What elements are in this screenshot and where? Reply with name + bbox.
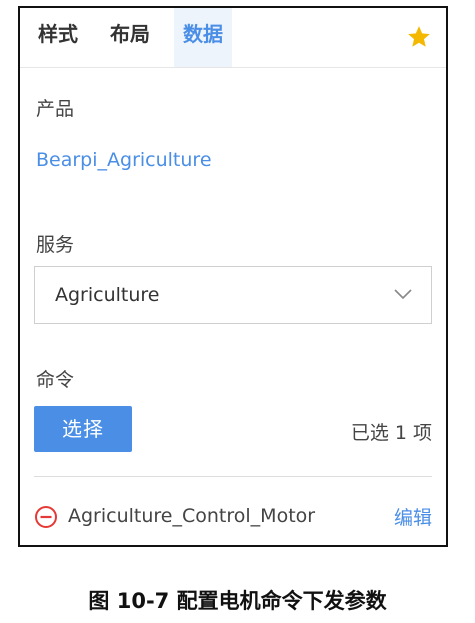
- service-select[interactable]: Agriculture: [34, 266, 432, 324]
- tab-bar: 样式 布局 数据: [20, 8, 446, 68]
- command-item-name: Agriculture_Control_Motor: [68, 505, 316, 527]
- tab-style[interactable]: 样式: [32, 8, 84, 67]
- edit-link[interactable]: 编辑: [394, 503, 432, 530]
- selected-count: 已选 1 项: [350, 422, 432, 444]
- service-selected-value: Agriculture: [55, 284, 160, 306]
- product-link[interactable]: Bearpi_Agriculture: [36, 149, 212, 171]
- tab-data[interactable]: 数据: [174, 8, 232, 67]
- tab-layout[interactable]: 布局: [104, 8, 156, 67]
- command-label: 命令: [36, 369, 75, 391]
- properties-panel: 样式 布局 数据 产品 Bearpi_Agriculture 服务 Agricu…: [18, 6, 448, 547]
- chevron-down-icon: [394, 289, 412, 300]
- product-label: 产品: [36, 98, 75, 120]
- service-label: 服务: [36, 234, 75, 256]
- divider: [34, 476, 432, 477]
- choose-button[interactable]: 选择: [34, 406, 132, 452]
- star-icon[interactable]: [406, 24, 432, 50]
- minus-circle-icon[interactable]: [34, 505, 58, 529]
- figure-caption: 图 10-7 配置电机命令下发参数: [88, 589, 387, 613]
